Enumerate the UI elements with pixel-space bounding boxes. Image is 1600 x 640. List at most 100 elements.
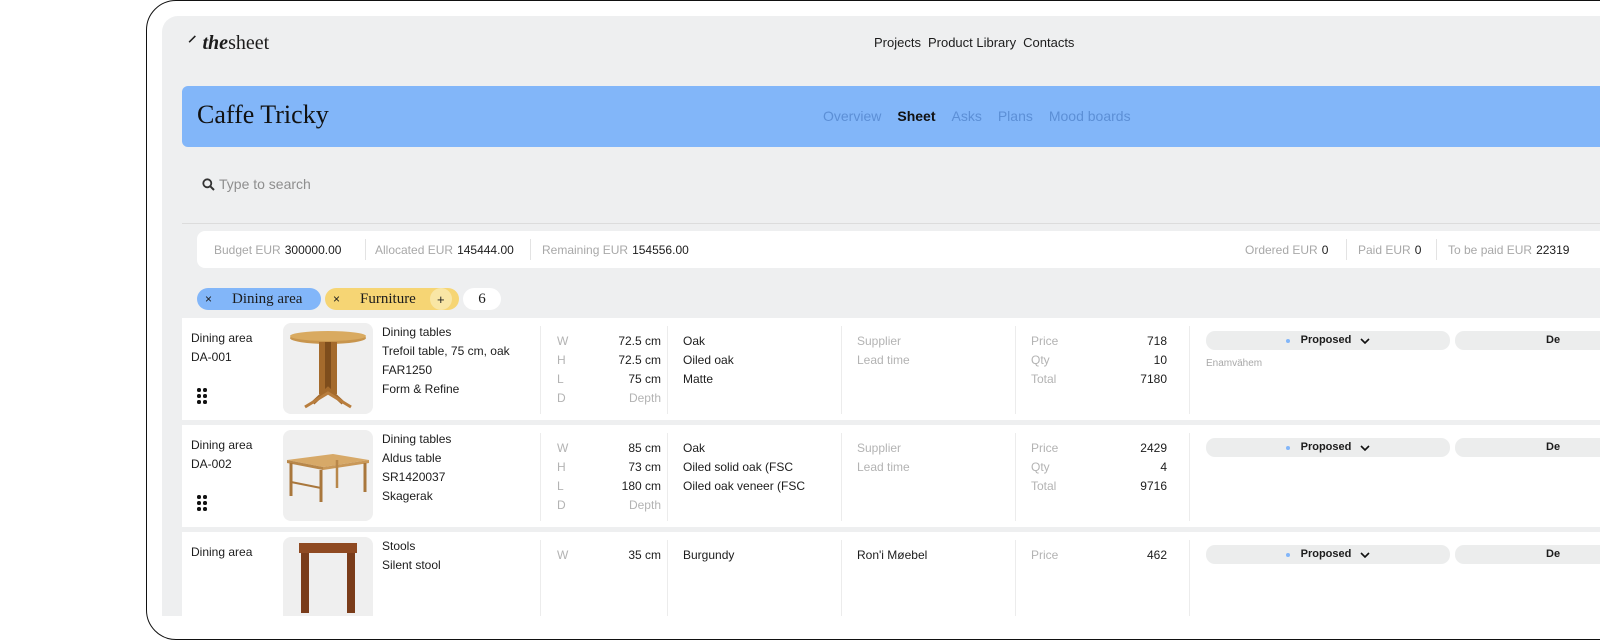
filter-chip-furniture: × Furniture + bbox=[325, 288, 459, 310]
materials: Oak Oiled solid oak (FSC Oiled oak veneer … bbox=[683, 441, 806, 493]
divider bbox=[540, 326, 541, 414]
product-info: Dining tables Aldus table SR1420037 Skag… bbox=[382, 430, 451, 506]
product-category: Dining tables bbox=[382, 432, 452, 446]
product-image[interactable] bbox=[283, 430, 373, 521]
divider bbox=[667, 540, 668, 616]
tab-plans[interactable]: Plans bbox=[998, 108, 1033, 124]
logo[interactable]: ⸍ thesheet bbox=[188, 32, 269, 55]
row-location: Dining area bbox=[191, 545, 253, 559]
rect-table-icon bbox=[287, 454, 369, 502]
product-image[interactable] bbox=[283, 537, 373, 616]
divider bbox=[1189, 326, 1190, 414]
divider bbox=[540, 540, 541, 616]
close-icon[interactable]: × bbox=[333, 292, 340, 306]
divider bbox=[841, 326, 842, 414]
logo-mark-icon: ⸍ bbox=[188, 33, 197, 53]
search-input[interactable]: Type to search bbox=[202, 176, 311, 192]
secondary-status-dropdown[interactable]: De bbox=[1455, 438, 1600, 457]
top-nav: Projects Product Library Contacts bbox=[874, 35, 1074, 50]
product-name: Silent stool bbox=[382, 558, 441, 572]
result-count: 6 bbox=[463, 288, 501, 310]
divider bbox=[1189, 433, 1190, 521]
search-icon bbox=[202, 177, 215, 191]
add-filter-button[interactable]: + bbox=[429, 288, 452, 310]
status-dropdown[interactable]: Proposed bbox=[1206, 438, 1450, 457]
round-table-icon bbox=[290, 331, 366, 409]
budget-remaining: Remaining EUR 154556.00 bbox=[542, 243, 689, 257]
table-row[interactable]: Dining area DA-001 Dining tables Trefoil … bbox=[182, 318, 1600, 420]
budget-paid: Paid EUR 0 bbox=[1358, 243, 1422, 257]
row-location: Dining area DA-002 bbox=[191, 438, 253, 471]
table-row[interactable]: Dining area Stools Silent stool W 35 cm B… bbox=[182, 532, 1600, 616]
product-info: Stools Silent stool bbox=[382, 537, 441, 575]
product-name: Aldus table bbox=[382, 451, 442, 465]
tab-sheet[interactable]: Sheet bbox=[897, 108, 935, 124]
chip-label: Dining area bbox=[232, 290, 303, 307]
close-icon[interactable]: × bbox=[205, 292, 212, 306]
divider bbox=[841, 540, 842, 616]
divider bbox=[1436, 239, 1437, 260]
chip-label: Furniture bbox=[360, 290, 416, 307]
divider bbox=[1346, 239, 1347, 260]
nav-contacts[interactable]: Contacts bbox=[1023, 35, 1074, 50]
filter-chips: × Dining area × Furniture + 6 bbox=[197, 288, 501, 310]
dimensions: W 35 cm bbox=[557, 548, 661, 562]
divider bbox=[365, 239, 366, 260]
project-title: Caffe Tricky bbox=[197, 100, 329, 129]
chevron-down-icon bbox=[1360, 444, 1370, 451]
divider bbox=[540, 433, 541, 521]
supplier-info: Supplier Lead time bbox=[857, 334, 910, 367]
drag-handle-icon[interactable] bbox=[197, 495, 207, 511]
nav-product-library[interactable]: Product Library bbox=[928, 35, 1016, 50]
search-placeholder: Type to search bbox=[219, 176, 311, 192]
chevron-down-icon bbox=[1360, 551, 1370, 558]
pricing: Price 462 bbox=[1031, 548, 1167, 562]
supplier-name: Ron'i Møebel bbox=[857, 548, 928, 562]
budget-ordered: Ordered EUR 0 bbox=[1245, 243, 1329, 257]
status-dot-icon bbox=[1285, 338, 1290, 343]
project-tabs: Overview Sheet Asks Plans Mood boards bbox=[823, 108, 1131, 124]
tab-mood-boards[interactable]: Mood boards bbox=[1049, 108, 1131, 124]
tab-asks[interactable]: Asks bbox=[951, 108, 981, 124]
row-location: Dining area DA-001 bbox=[191, 331, 253, 364]
nav-projects[interactable]: Projects bbox=[874, 35, 921, 50]
product-brand: Form & Refine bbox=[382, 382, 460, 396]
product-name: Trefoil table, 75 cm, oak bbox=[382, 344, 510, 358]
secondary-status-dropdown[interactable]: De bbox=[1455, 545, 1600, 564]
divider bbox=[1015, 326, 1016, 414]
filter-chip-dining-area: × Dining area bbox=[197, 288, 321, 310]
status-dot-icon bbox=[1285, 445, 1290, 450]
logo-text: thesheet bbox=[202, 32, 270, 54]
drag-handle-icon[interactable] bbox=[197, 388, 207, 404]
tab-overview[interactable]: Overview bbox=[823, 108, 881, 124]
divider bbox=[1189, 540, 1190, 616]
table-row[interactable]: Dining area DA-002 Dining tables Aldus ta… bbox=[182, 425, 1600, 527]
divider bbox=[1015, 433, 1016, 521]
status-dropdown[interactable]: Proposed bbox=[1206, 545, 1450, 564]
divider bbox=[182, 223, 1600, 224]
divider bbox=[667, 326, 668, 414]
divider bbox=[530, 239, 531, 260]
product-brand: Skagerak bbox=[382, 489, 433, 503]
chevron-down-icon bbox=[1360, 337, 1370, 344]
pricing: Price 718 Qty 10 Total 7180 bbox=[1031, 334, 1167, 386]
supplier-info: Supplier Lead time bbox=[857, 441, 910, 474]
budget-bar: Budget EUR 300000.00 Allocated EUR 145444.… bbox=[197, 231, 1600, 268]
status-dot-icon bbox=[1285, 552, 1290, 557]
product-category: Stools bbox=[382, 539, 416, 553]
product-info: Dining tables Trefoil table, 75 cm, oak … bbox=[382, 323, 510, 399]
materials: Burgundy bbox=[683, 548, 735, 562]
status-dropdown[interactable]: Proposed bbox=[1206, 331, 1450, 350]
product-category: Dining tables bbox=[382, 325, 452, 339]
app-screen: ⸍ thesheet Projects Product Library Cont… bbox=[162, 16, 1600, 616]
divider bbox=[1015, 540, 1016, 616]
product-sku: FAR1250 bbox=[382, 363, 433, 377]
product-image[interactable] bbox=[283, 323, 373, 414]
pricing: Price 2429 Qty 4 Total 9716 bbox=[1031, 441, 1167, 493]
budget-total: Budget EUR 300000.00 bbox=[214, 243, 342, 257]
budget-to-be-paid: To be paid EUR 22319 bbox=[1448, 243, 1570, 257]
row-note: Enamvähem bbox=[1206, 358, 1263, 369]
budget-allocated: Allocated EUR 145444.00 bbox=[375, 243, 514, 257]
secondary-status-dropdown[interactable]: De bbox=[1455, 331, 1600, 350]
project-header: Caffe Tricky Overview Sheet Asks Plans M… bbox=[182, 86, 1600, 147]
